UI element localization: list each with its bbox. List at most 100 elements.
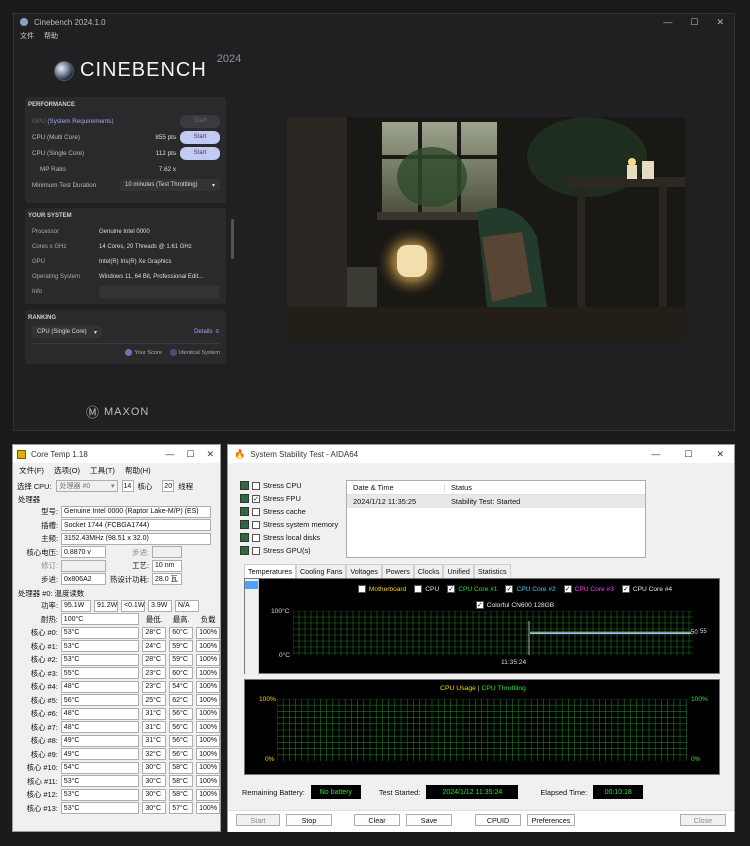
legend-item[interactable]: ✓ CPU Core #3: [563, 585, 614, 593]
core-temp: 53°C: [60, 640, 140, 653]
legend-checkbox[interactable]: [357, 585, 366, 593]
chip-icon: [240, 481, 249, 490]
menu-bar: 文件 帮助: [14, 30, 734, 42]
close-button[interactable]: ✕: [716, 449, 724, 460]
legend-item[interactable]: CPU: [414, 585, 439, 593]
clear-button[interactable]: Clear: [354, 814, 400, 826]
close-button[interactable]: ✕: [206, 449, 214, 460]
stop-button[interactable]: Stop: [286, 814, 332, 826]
stress-option[interactable]: Stress local disks: [240, 531, 338, 544]
scrollbar-thumb[interactable]: [231, 219, 234, 259]
single-core-start-button[interactable]: Start: [180, 146, 220, 160]
legend-item[interactable]: ✓ CPU Core #4: [621, 585, 672, 593]
ranking-select[interactable]: CPU (Single Core) ▾: [32, 326, 102, 338]
stress-checkbox[interactable]: [252, 520, 260, 529]
menu-tools[interactable]: 工具(T): [90, 465, 115, 476]
scrollbar-thumb[interactable]: [245, 581, 258, 589]
save-button[interactable]: Save: [406, 814, 452, 826]
sys-key: Cores x GHz: [32, 243, 67, 250]
legend-checkbox[interactable]: ✓: [563, 585, 572, 593]
close-button[interactable]: ✕: [716, 17, 724, 28]
info-field[interactable]: [99, 285, 219, 298]
details-button[interactable]: Details ≡: [194, 329, 219, 335]
core-max: 60°C: [169, 667, 194, 680]
legend-item[interactable]: ✓ Colorful CN600 128GB: [475, 601, 555, 609]
min-duration-select[interactable]: 10 minutes (Test Throttling) ▾: [120, 179, 220, 191]
minimize-button[interactable]: —: [165, 449, 174, 460]
threads-label: 线程: [178, 481, 194, 491]
performance-panel: PERFORMANCE GPU (System Requirements) St…: [25, 97, 226, 203]
your-score-label: Your Score: [134, 349, 162, 356]
tab-voltages[interactable]: Voltages: [346, 564, 382, 578]
legend-item[interactable]: Motherboard: [357, 585, 407, 593]
stress-checkbox[interactable]: [252, 546, 260, 555]
details-label: Details: [194, 329, 213, 335]
core-row: 核心 #2: 53°C 28°C 59°C 100%: [13, 653, 221, 667]
multi-core-start-button[interactable]: Start: [180, 130, 220, 144]
lithography-label: 工艺:: [132, 561, 149, 571]
stress-checkbox[interactable]: [252, 533, 260, 542]
stress-option[interactable]: Stress CPU: [240, 479, 338, 492]
cpuid-button[interactable]: CPUID: [475, 814, 521, 826]
stress-option[interactable]: Stress GPU(s): [240, 544, 338, 557]
legend-checkbox[interactable]: [414, 585, 423, 593]
menu-help[interactable]: 帮助(H): [125, 465, 151, 476]
tab-cooling-fans[interactable]: Cooling Fans: [295, 564, 347, 578]
monitor-icon: [240, 546, 249, 555]
stress-checkbox[interactable]: [252, 481, 260, 490]
tab-clocks[interactable]: Clocks: [413, 564, 444, 578]
temp-time-label: 11:35:24: [501, 659, 527, 666]
tjmax-row: 耐热: 100°C 最低. 最高. 负载: [13, 613, 220, 627]
tab-temperatures[interactable]: Temperatures: [244, 564, 296, 578]
menu-file[interactable]: 文件(F): [19, 465, 44, 476]
render-preview-image: [287, 117, 685, 341]
core-max: 54°C: [169, 680, 194, 693]
gpu-start-button[interactable]: Start: [180, 114, 220, 128]
stress-option[interactable]: ✓ Stress FPU: [240, 492, 338, 505]
test-started-label: Test Started:: [378, 787, 421, 797]
gpu-requirements-link[interactable]: (System Requirements): [47, 118, 113, 125]
menu-options[interactable]: 选项(O): [54, 465, 80, 476]
core-label: 核心 #3:: [30, 668, 58, 678]
tab-statistics[interactable]: Statistics: [473, 564, 511, 578]
menu-file[interactable]: 文件: [20, 31, 34, 41]
stress-option[interactable]: Stress system memory: [240, 518, 338, 531]
log-row[interactable]: 2024/1/12 11:35:25 Stability Test: Start…: [347, 495, 645, 508]
maximize-button[interactable]: ☐: [186, 449, 194, 460]
menu-help[interactable]: 帮助: [44, 31, 58, 41]
graph-scrollbar[interactable]: [245, 579, 259, 675]
core-row: 核心 #0: 53°C 28°C 60°C 100%: [13, 626, 221, 640]
minimize-button[interactable]: —: [663, 17, 672, 28]
ranking-select-value: CPU (Single Core): [37, 329, 87, 335]
legend-label: Motherboard: [368, 585, 407, 593]
close-dialog-button[interactable]: Close: [680, 814, 726, 826]
min-duration-row: Minimum Test Duration 10 minutes (Test T…: [25, 177, 226, 193]
legend-checkbox[interactable]: ✓: [475, 601, 484, 609]
core-temp: 48°C: [60, 721, 140, 734]
preferences-button[interactable]: Preferences: [527, 814, 575, 826]
cpu-select[interactable]: 处理器 #0 ▾: [55, 480, 118, 492]
maximize-button[interactable]: ☐: [684, 449, 692, 460]
legend-item[interactable]: ✓ CPU Core #1: [447, 585, 497, 593]
minimize-button[interactable]: —: [651, 449, 660, 460]
maximize-button[interactable]: ☐: [690, 17, 698, 28]
tab-unified[interactable]: Unified: [443, 564, 474, 578]
stress-option[interactable]: Stress cache: [240, 505, 338, 518]
usage-axis-bottom-left: 0%: [265, 756, 275, 763]
tab-powers[interactable]: Powers: [381, 564, 414, 578]
stress-checkbox[interactable]: [252, 507, 260, 516]
legend-checkbox[interactable]: ✓: [621, 585, 630, 593]
legend-checkbox[interactable]: ✓: [447, 585, 456, 593]
test-started-value: 2024/1/12 11:35:24: [426, 785, 519, 799]
core-label: 核心 #4:: [30, 682, 58, 692]
core-max: 56°C: [169, 721, 194, 734]
logo-text: CINEBENCH: [80, 59, 207, 81]
core-row: 核心 #11: 53°C 30°C 58°C 100%: [13, 775, 221, 789]
legend-item[interactable]: ✓ CPU Core #2: [505, 585, 556, 593]
single-core-label: CPU (Single Core): [32, 149, 85, 157]
start-button[interactable]: Start: [236, 814, 280, 826]
legend-checkbox[interactable]: ✓: [505, 585, 514, 593]
legend-label: Colorful CN600 128GB: [486, 601, 555, 609]
stress-checkbox[interactable]: ✓: [252, 494, 260, 503]
core-label: 核心 #8:: [30, 736, 58, 746]
